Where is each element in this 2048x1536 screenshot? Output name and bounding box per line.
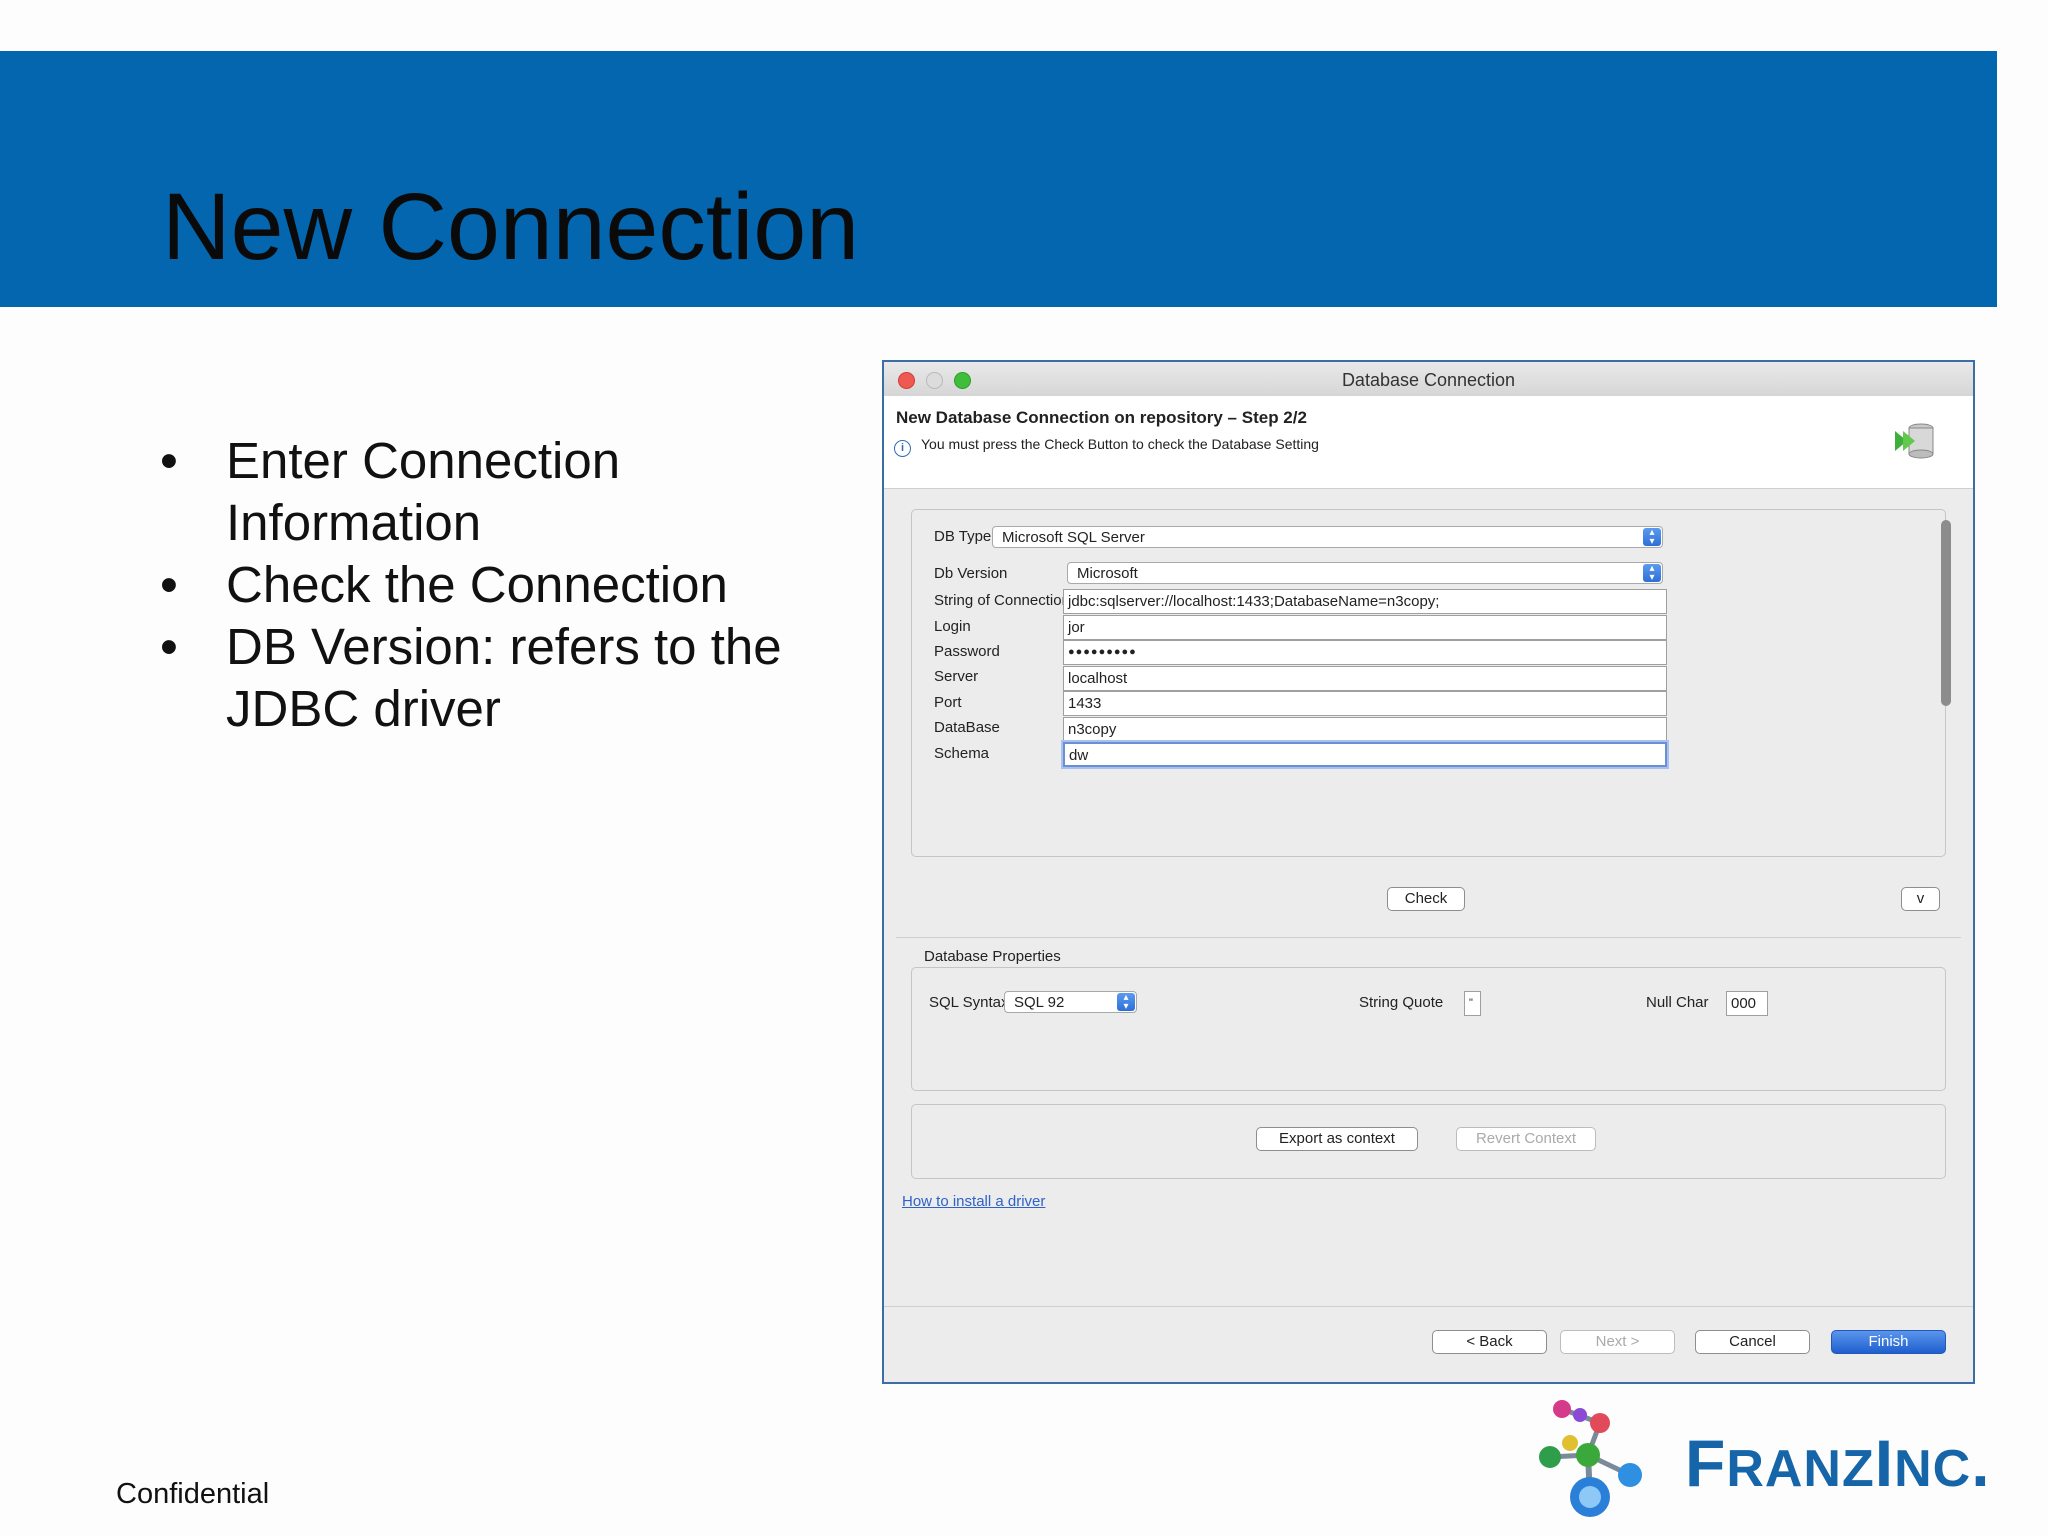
revert-context-button[interactable]: Revert Context — [1456, 1127, 1596, 1151]
window-titlebar: Database Connection — [884, 362, 1973, 397]
context-panel: Export as context Revert Context — [911, 1104, 1946, 1179]
logo-letter: F — [1685, 1426, 1727, 1500]
port-field[interactable]: 1433 — [1063, 691, 1667, 716]
bullet-item: • Check the Connection — [160, 554, 840, 616]
install-driver-link[interactable]: How to install a driver — [902, 1193, 1045, 1210]
window-title: Database Connection — [1341, 370, 1516, 390]
connection-fields-panel: DB Type Microsoft SQL Server ▴ ▾ Db Versi… — [911, 509, 1951, 857]
server-label: Server — [934, 668, 979, 685]
fields-scrollbar[interactable] — [1941, 520, 1951, 706]
bullet-dot-icon: • — [160, 618, 178, 675]
sql-syntax-select[interactable]: SQL 92 ▴ ▾ — [1004, 991, 1137, 1013]
port-label: Port — [934, 694, 962, 711]
string-quote-field[interactable]: " — [1464, 991, 1481, 1016]
password-label: Password — [934, 643, 1000, 660]
schema-field[interactable]: dw — [1063, 742, 1667, 767]
connection-string-label: String of Connection — [934, 592, 1070, 609]
next-button[interactable]: Next > — [1560, 1330, 1675, 1354]
bullet-dot-icon: • — [160, 432, 178, 489]
divider — [884, 1306, 1973, 1307]
database-label: DataBase — [934, 719, 1000, 736]
molecule-logo-icon — [1539, 1400, 1642, 1517]
db-version-value: Microsoft — [1077, 565, 1138, 582]
cancel-button[interactable]: Cancel — [1695, 1330, 1810, 1354]
select-arrows-icon: ▴ ▾ — [1117, 993, 1135, 1012]
database-connection-dialog: Database Connection New Database Connect… — [882, 360, 1975, 1384]
login-label: Login — [934, 618, 971, 635]
finish-button[interactable]: Finish — [1831, 1330, 1946, 1354]
bullet-item: • Enter Connection Information — [160, 430, 840, 554]
sql-syntax-label: SQL Syntax — [929, 994, 1009, 1011]
logo-letter: I — [1874, 1426, 1895, 1500]
bullet-text: DB Version: refers to the JDBC driver — [226, 618, 782, 737]
database-properties-title: Database Properties — [924, 948, 1061, 965]
wizard-header: New Database Connection on repository – … — [884, 396, 1973, 489]
server-field[interactable]: localhost — [1063, 666, 1667, 691]
expand-button[interactable]: v — [1901, 887, 1940, 911]
logo-dot: . — [1971, 1426, 1991, 1500]
sql-syntax-value: SQL 92 — [1014, 994, 1065, 1011]
wizard-title: New Database Connection on repository – … — [896, 408, 1307, 427]
login-field[interactable]: jor — [1063, 615, 1667, 640]
select-arrows-icon: ▴ ▾ — [1643, 528, 1661, 547]
db-type-select[interactable]: Microsoft SQL Server ▴ ▾ — [992, 526, 1663, 548]
divider — [896, 937, 1961, 938]
slide-title: New Connection — [162, 174, 860, 280]
franz-inc-logo: FRANZINC. — [1530, 1395, 2045, 1525]
select-arrows-icon: ▴ ▾ — [1643, 564, 1661, 583]
null-char-field[interactable]: 000 — [1726, 991, 1768, 1016]
logo-letters: RANZ — [1726, 1440, 1875, 1498]
string-quote-label: String Quote — [1359, 994, 1444, 1011]
password-field[interactable]: ●●●●●●●●● — [1063, 640, 1667, 665]
database-field[interactable]: n3copy — [1063, 717, 1667, 742]
database-properties-panel: SQL Syntax SQL 92 ▴ ▾ String Quote " Null… — [911, 967, 1946, 1091]
info-message: i You must press the Check Button to chec… — [894, 436, 1319, 457]
db-version-select[interactable]: Microsoft ▴ ▾ — [1067, 562, 1663, 584]
back-button[interactable]: < Back — [1432, 1330, 1547, 1354]
db-type-value: Microsoft SQL Server — [1002, 529, 1145, 546]
check-button[interactable]: Check — [1387, 887, 1465, 911]
bullet-dot-icon: • — [160, 556, 178, 613]
logo-letters: NC — [1894, 1440, 1972, 1498]
db-type-label: DB Type — [934, 528, 992, 545]
bullet-item: • DB Version: refers to the JDBC driver — [160, 616, 840, 740]
database-wizard-icon — [1895, 423, 1934, 459]
info-icon: i — [894, 440, 911, 457]
info-text: You must press the Check Button to check… — [921, 436, 1319, 452]
db-version-label: Db Version — [934, 565, 1008, 582]
null-char-label: Null Char — [1646, 994, 1709, 1011]
export-as-context-button[interactable]: Export as context — [1256, 1127, 1418, 1151]
logo-wordmark: FRANZINC. — [1685, 1425, 1991, 1501]
schema-label: Schema — [934, 745, 990, 762]
connection-string-field[interactable]: jdbc:sqlserver://localhost:1433;Database… — [1063, 589, 1667, 614]
bullet-list: • Enter Connection Information • Check the… — [160, 430, 840, 740]
confidential-footer: Confidential — [116, 1478, 270, 1510]
bullet-text: Check the Connection — [226, 556, 728, 613]
bullet-text: Enter Connection Information — [226, 432, 621, 551]
